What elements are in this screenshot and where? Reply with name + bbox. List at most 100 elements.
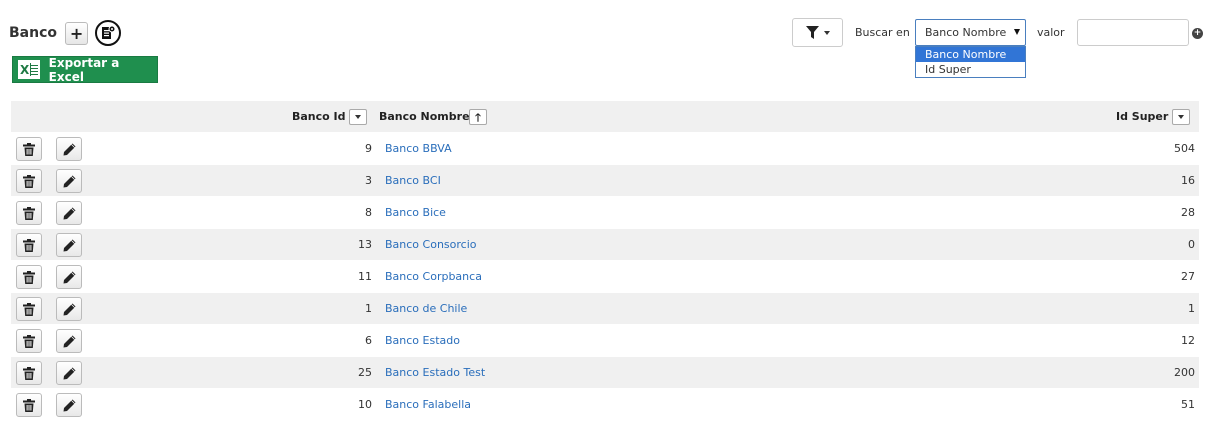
- trash-icon: [23, 174, 35, 188]
- id-super-cell: 16: [1181, 174, 1195, 187]
- banco-nombre-link[interactable]: Banco Estado: [385, 334, 460, 347]
- pencil-icon: [63, 367, 75, 379]
- add-filter-button[interactable]: +: [1192, 28, 1203, 39]
- table-row: 3 Banco BCI 16: [11, 164, 1199, 196]
- filter-button[interactable]: [792, 18, 843, 47]
- excel-icon-letter: X: [20, 62, 30, 77]
- pencil-icon: [63, 271, 75, 283]
- delete-button[interactable]: [16, 265, 42, 289]
- export-excel-label: Exportar a Excel: [48, 55, 120, 84]
- column-menu-banco-id[interactable]: [349, 109, 367, 125]
- delete-button[interactable]: [16, 297, 42, 321]
- table-row: 13 Banco Consorcio 0: [11, 228, 1199, 260]
- edit-button[interactable]: [56, 265, 82, 289]
- pencil-icon: [63, 303, 75, 315]
- search-field-selected: Banco Nombre: [925, 26, 1007, 39]
- trash-icon: [23, 238, 35, 252]
- trash-icon: [23, 334, 35, 348]
- dropdown-option-banco-nombre[interactable]: Banco Nombre: [916, 47, 1025, 62]
- banco-id-cell: 3: [365, 174, 372, 187]
- column-header-id-super[interactable]: Id Super: [1116, 110, 1168, 123]
- edit-button[interactable]: [56, 233, 82, 257]
- id-super-cell: 200: [1174, 366, 1195, 379]
- sort-ascending-icon: 🡑: [475, 110, 481, 124]
- table-row: 6 Banco Estado 12: [11, 324, 1199, 356]
- id-super-cell: 51: [1181, 398, 1195, 411]
- column-header-banco-id[interactable]: Banco Id: [292, 110, 346, 123]
- pencil-icon: [63, 175, 75, 187]
- settings-button[interactable]: [95, 20, 122, 46]
- trash-icon: [23, 270, 35, 284]
- id-super-cell: 27: [1181, 270, 1195, 283]
- chevron-down-icon: [355, 115, 361, 119]
- banco-id-cell: 8: [365, 206, 372, 219]
- banco-id-cell: 9: [365, 142, 372, 155]
- banco-nombre-link[interactable]: Banco Falabella: [385, 398, 471, 411]
- trash-icon: [23, 142, 35, 156]
- excel-icon: X: [18, 60, 40, 79]
- table-row: 25 Banco Estado Test 200: [11, 356, 1199, 388]
- delete-button[interactable]: [16, 393, 42, 417]
- id-super-cell: 28: [1181, 206, 1195, 219]
- table-row: 11 Banco Corpbanca 27: [11, 260, 1199, 292]
- edit-button[interactable]: [56, 393, 82, 417]
- pencil-icon: [63, 239, 75, 251]
- banco-nombre-link[interactable]: Banco BCI: [385, 174, 441, 187]
- banco-nombre-link[interactable]: Banco BBVA: [385, 142, 452, 155]
- delete-button[interactable]: [16, 329, 42, 353]
- page-header: Banco +: [9, 20, 122, 46]
- banks-table: Banco Id Banco Nombre 🡑 Id Super 9 Banco…: [11, 101, 1199, 420]
- trash-icon: [23, 302, 35, 316]
- document-gear-icon: [102, 25, 116, 39]
- delete-button[interactable]: [16, 169, 42, 193]
- table-header: Banco Id Banco Nombre 🡑 Id Super: [11, 101, 1199, 132]
- table-row: 1 Banco de Chile 1: [11, 292, 1199, 324]
- search-field-select[interactable]: Banco Nombre: [915, 19, 1026, 46]
- pencil-icon: [63, 143, 75, 155]
- banco-id-cell: 10: [358, 398, 372, 411]
- search-field-dropdown: Banco Nombre Id Super: [915, 46, 1026, 78]
- chevron-down-icon: [1178, 115, 1184, 119]
- dropdown-option-id-super[interactable]: Id Super: [916, 62, 1025, 77]
- pencil-icon: [63, 399, 75, 411]
- id-super-cell: 504: [1174, 142, 1195, 155]
- trash-icon: [23, 206, 35, 220]
- delete-button[interactable]: [16, 201, 42, 225]
- edit-button[interactable]: [56, 329, 82, 353]
- dropdown-arrow-icon: [1014, 29, 1020, 35]
- sort-button-banco-nombre[interactable]: 🡑: [469, 109, 487, 125]
- banco-nombre-link[interactable]: Banco Estado Test: [385, 366, 485, 379]
- banco-nombre-link[interactable]: Banco Corpbanca: [385, 270, 482, 283]
- trash-icon: [23, 366, 35, 380]
- column-header-banco-nombre[interactable]: Banco Nombre: [379, 110, 470, 123]
- id-super-cell: 1: [1188, 302, 1195, 315]
- edit-button[interactable]: [56, 297, 82, 321]
- edit-button[interactable]: [56, 361, 82, 385]
- id-super-cell: 12: [1181, 334, 1195, 347]
- banco-id-cell: 13: [358, 238, 372, 251]
- page-title: Banco: [9, 25, 58, 41]
- delete-button[interactable]: [16, 137, 42, 161]
- banco-nombre-link[interactable]: Banco de Chile: [385, 302, 467, 315]
- search-value-label: valor: [1037, 26, 1065, 39]
- id-super-cell: 0: [1188, 238, 1195, 251]
- column-menu-id-super[interactable]: [1172, 109, 1190, 125]
- delete-button[interactable]: [16, 233, 42, 257]
- table-row: 9 Banco BBVA 504: [11, 132, 1199, 164]
- edit-button[interactable]: [56, 201, 82, 225]
- add-button[interactable]: +: [65, 21, 89, 45]
- chevron-down-icon: [823, 30, 830, 35]
- banco-id-cell: 1: [365, 302, 372, 315]
- delete-button[interactable]: [16, 361, 42, 385]
- export-excel-button[interactable]: X Exportar a Excel: [12, 55, 158, 84]
- filter-icon: [805, 26, 819, 39]
- table-body: 9 Banco BBVA 504 3 Banco BCI 16 8 Banco …: [11, 132, 1199, 420]
- banco-nombre-link[interactable]: Banco Bice: [385, 206, 446, 219]
- search-value-input[interactable]: [1077, 19, 1189, 46]
- table-row: 10 Banco Falabella 51: [11, 388, 1199, 420]
- edit-button[interactable]: [56, 169, 82, 193]
- edit-button[interactable]: [56, 137, 82, 161]
- search-field-label: Buscar en: [855, 26, 910, 39]
- banco-nombre-link[interactable]: Banco Consorcio: [385, 238, 477, 251]
- banco-id-cell: 6: [365, 334, 372, 347]
